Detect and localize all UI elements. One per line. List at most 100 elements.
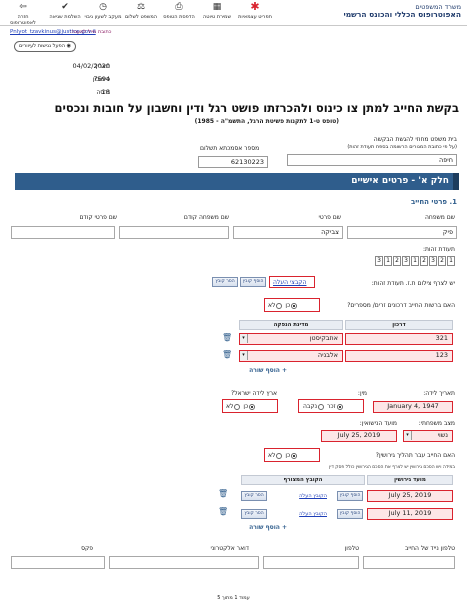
- phone-field[interactable]: [263, 556, 359, 569]
- wedding-date-label: מועד הנישואין:: [359, 420, 397, 427]
- birth-date-label: תאריך לידה:: [423, 390, 455, 397]
- passport-num-header: דרכון: [345, 320, 453, 330]
- gender-radio-group: זכר נקבה: [303, 403, 344, 410]
- page-footer: עמוד 1 מתוך 5: [217, 595, 250, 601]
- id-digit[interactable]: 1: [384, 256, 392, 266]
- passport-country-select[interactable]: אלבניה ▾: [239, 350, 343, 362]
- radio-no[interactable]: [276, 302, 283, 309]
- last-name-label: שם משפחה: [424, 214, 455, 221]
- chevron-down-icon: ▾: [240, 351, 248, 360]
- radio-male[interactable]: [336, 403, 343, 410]
- fee-field[interactable]: 62130223: [198, 156, 268, 168]
- id-digit[interactable]: 1: [447, 256, 455, 266]
- prev-last-name-field[interactable]: [119, 226, 229, 239]
- attach-file-button[interactable]: הוסף קובץ: [337, 491, 363, 501]
- passport-num-field[interactable]: 123: [345, 350, 453, 362]
- section-a-subheader: 1. פרטי החייב: [410, 198, 457, 206]
- passport-radio-group: כן לא: [268, 302, 298, 309]
- upload-link[interactable]: הקובץ העלה: [299, 511, 327, 517]
- add-divorce-row-button[interactable]: + הוסף שורה: [249, 524, 287, 531]
- divorce-question: האם החייב עבר תהליך גירושין?: [375, 452, 455, 459]
- scale-icon: ⚖: [136, 2, 146, 12]
- email-label: כתובת מייל למענה:: [70, 29, 112, 35]
- id-label: תעודת זהות:: [422, 246, 455, 253]
- remove-file-button[interactable]: הסר קובץ: [241, 509, 267, 519]
- fax-label: פקס: [81, 545, 93, 552]
- birth-date-field[interactable]: January 4, 1947: [373, 401, 453, 413]
- upload-link[interactable]: הקובץ העלה: [299, 493, 327, 499]
- page-subtitle: (טופס ט-1 לתקנות פשיטת הרגל, התשמ"ה - 19…: [194, 118, 339, 125]
- radio-yes[interactable]: [249, 403, 256, 410]
- star-icon: ✱: [250, 0, 260, 13]
- trash-icon[interactable]: 🗑: [218, 507, 228, 516]
- id-digit[interactable]: 2: [420, 256, 428, 266]
- toolbar-item-star[interactable]: ✱ תפריט עצמאיות: [236, 0, 274, 20]
- trash-icon[interactable]: 🗑: [222, 333, 232, 342]
- radio-yes[interactable]: [291, 452, 298, 459]
- id-attach-label: יש לצרף צילום ת.ז. תעודת זהות:: [371, 280, 455, 287]
- passport-country-header: מדינת הנפקה: [239, 320, 343, 330]
- passport-num-field[interactable]: 321: [345, 333, 453, 345]
- top-toolbar: ✱ תפריט עצמאיות ▦ שמירת טיוטה ⎙ הדפסת הטופס…: [0, 0, 467, 26]
- print-icon: ⎙: [175, 2, 183, 12]
- toolbar-item-exit[interactable]: ⇦ חזרה לאפוטרופוס: [4, 2, 42, 26]
- org-name: משרד המשפטים האפוטרופוס הכללי והכונס הרש…: [343, 3, 461, 19]
- gender-label: מין:: [357, 390, 367, 397]
- radio-no[interactable]: [234, 403, 241, 410]
- check-icon: ✔: [61, 2, 69, 12]
- form-meta: תאריך 04/02/2020 סימוכין 7594 גרסה 18: [72, 62, 110, 96]
- exit-icon: ⇦: [19, 2, 27, 12]
- prev-first-name-label: שם פרטי קודם: [79, 214, 117, 221]
- trash-icon[interactable]: 🗑: [222, 350, 232, 359]
- first-name-label: שם פרטי: [318, 214, 341, 221]
- chevron-down-icon: ▾: [240, 334, 248, 343]
- radio-no[interactable]: [276, 452, 283, 459]
- divorce-date-field[interactable]: July 11, 2019: [367, 508, 453, 520]
- fax-field[interactable]: [11, 556, 105, 569]
- radio-female[interactable]: [318, 403, 325, 410]
- id-digit[interactable]: 3: [375, 256, 383, 266]
- court-field[interactable]: חיפה: [287, 154, 457, 166]
- last-name-field[interactable]: פיק: [347, 226, 457, 239]
- id-digit[interactable]: 2: [393, 256, 401, 266]
- mobile-field[interactable]: [363, 556, 455, 569]
- id-digit[interactable]: 2: [438, 256, 446, 266]
- toolbar-item-clock[interactable]: ◷ מעקב לשעון גיבוי: [84, 2, 122, 20]
- add-passport-row-button[interactable]: + הוסף שורה: [249, 367, 287, 374]
- divorce-hint: במידה ויש הסכם גירושין יש לצרף את הסכם ה…: [329, 465, 455, 470]
- id-digit[interactable]: 1: [411, 256, 419, 266]
- trash-icon[interactable]: 🗑: [218, 489, 228, 498]
- phone-label: טלפון: [344, 545, 359, 552]
- divorce-file-header: הקובץ המצורף: [241, 475, 365, 485]
- toolbar-item-print[interactable]: ⎙ הדפסת הטופס: [160, 2, 198, 20]
- email-field[interactable]: [109, 556, 259, 569]
- chevron-down-icon: ▾: [404, 431, 412, 440]
- born-israel-label: ארץ לידה ישראל?: [231, 390, 277, 397]
- remove-file-button[interactable]: הסר קובץ: [212, 277, 238, 287]
- id-digit[interactable]: 3: [429, 256, 437, 266]
- toolbar-item-scale[interactable]: ⚖ המשפט לשלום: [122, 2, 160, 20]
- passport-country-select[interactable]: אוזבקיסטן ▾: [239, 333, 343, 345]
- prev-first-name-field[interactable]: [11, 226, 115, 239]
- radio-yes[interactable]: [291, 302, 298, 309]
- court-hint: (על פי כתובת המגורים הרשומה בספח תעודת ז…: [347, 144, 457, 150]
- born-israel-radio-group: כן לא: [226, 403, 256, 410]
- toolbar-item-save[interactable]: ▦ שמירת טיוטה: [198, 2, 236, 20]
- section-a-header: חלק א' - פרטים אישיים: [15, 173, 459, 190]
- mobile-label: טלפון נייד של החייב: [404, 545, 455, 552]
- divorce-date-field[interactable]: July 25, 2019: [367, 490, 453, 502]
- divorce-radio-group: כן לא: [268, 452, 298, 459]
- remove-file-button[interactable]: הסר קובץ: [241, 491, 267, 501]
- first-name-field[interactable]: צביקה: [233, 226, 343, 239]
- accessibility-button[interactable]: ◉ הפעל נגישות לעיוורים: [14, 41, 76, 52]
- attach-file-button[interactable]: הוסף קובץ: [337, 509, 363, 519]
- upload-link[interactable]: הקבצי העלה: [273, 279, 306, 286]
- divorce-date-header: מועד גירושין: [367, 475, 453, 485]
- wedding-date-field[interactable]: July 25, 2019: [321, 430, 397, 442]
- toolbar-item-check[interactable]: ✔ השלמת שגיאה: [46, 2, 84, 20]
- fee-label: מספר אסמכתא תשלום: [200, 145, 260, 152]
- id-digit[interactable]: 3: [402, 256, 410, 266]
- marital-status-select[interactable]: נשוי ▾: [403, 430, 453, 442]
- attach-file-button[interactable]: הוסף קובץ: [240, 277, 266, 287]
- prev-last-name-label: שם משפחה קודם: [183, 214, 229, 221]
